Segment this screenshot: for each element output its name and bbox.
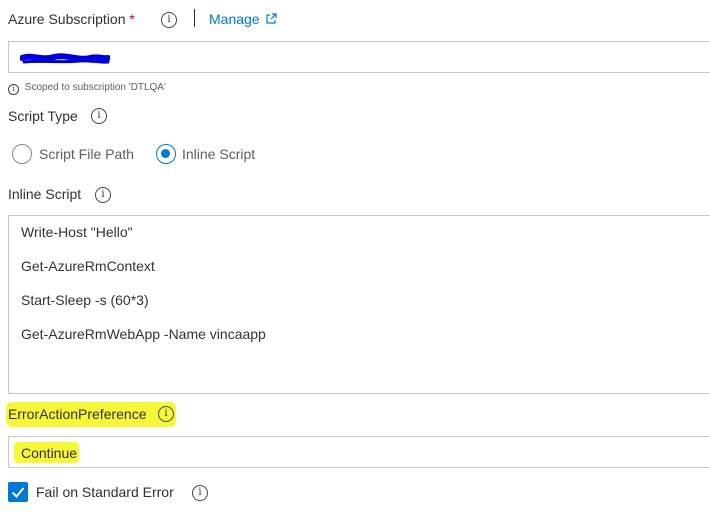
info-icon[interactable]: i <box>192 485 208 501</box>
radio-script-file-path[interactable] <box>12 144 32 164</box>
subscription-input[interactable] <box>8 41 710 73</box>
separator <box>194 9 195 27</box>
script-type-label: Script Type <box>8 108 78 124</box>
radio-inline-script-label[interactable]: Inline Script <box>182 146 255 162</box>
subscription-label: Azure Subscription <box>8 11 126 27</box>
subscription-label-row: Azure Subscription * <box>8 11 135 27</box>
error-action-value: Continue <box>21 445 78 461</box>
radio-inline-script[interactable] <box>156 144 176 164</box>
redacted-scribble <box>20 53 110 64</box>
script-line: Write-Host "Hello" <box>21 224 133 240</box>
script-line: Get-AzureRmWebApp -Name vincaapp <box>21 326 266 342</box>
radio-script-file-path-label[interactable]: Script File Path <box>39 146 134 162</box>
manage-link[interactable]: Manage <box>209 11 278 27</box>
fail-on-stderr-label[interactable]: Fail on Standard Error <box>36 484 174 500</box>
scoped-hint: Scoped to subscription 'DTLQA' <box>24 82 166 93</box>
info-icon[interactable]: i <box>95 187 111 203</box>
info-icon[interactable]: i <box>91 108 107 124</box>
info-icon[interactable]: i <box>158 406 174 422</box>
inline-script-label: Inline Script <box>8 186 82 202</box>
script-line: Get-AzureRmContext <box>21 258 155 274</box>
scoped-hint-row: i Scoped to subscription 'DTLQA' <box>8 82 166 95</box>
info-icon: i <box>8 84 19 95</box>
required-marker: * <box>129 11 135 27</box>
radio-selected-dot <box>161 149 170 158</box>
error-action-select[interactable] <box>8 436 710 468</box>
checkmark-icon <box>11 487 25 498</box>
error-action-label: ErrorActionPreference <box>8 406 147 422</box>
script-line: Start-Sleep -s (60*3) <box>21 292 149 308</box>
info-icon[interactable]: i <box>161 12 177 28</box>
external-link-icon <box>266 13 278 24</box>
fail-on-stderr-checkbox[interactable] <box>8 482 28 502</box>
manage-link-label: Manage <box>209 11 260 27</box>
